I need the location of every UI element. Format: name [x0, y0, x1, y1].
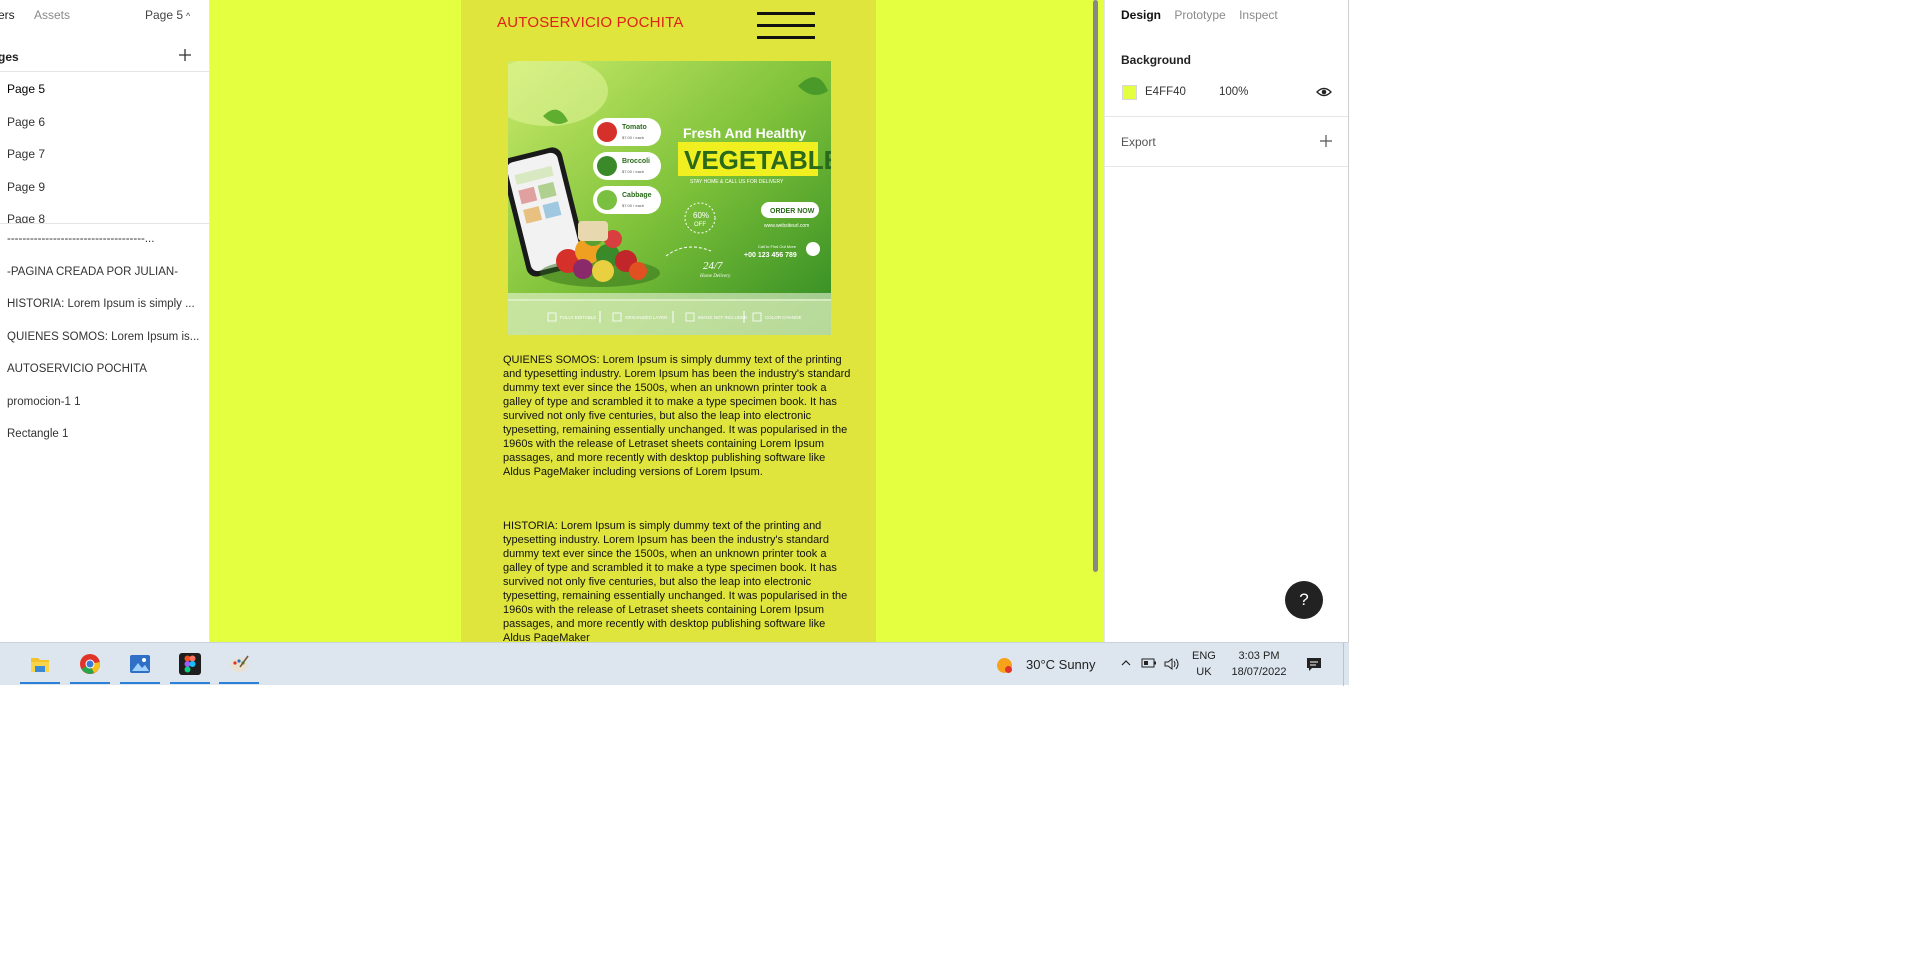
layer-item-credit[interactable]: -PAGINA CREADA POR JULIAN- [0, 259, 209, 292]
page-list: Page 5 Page 6 Page 7 Page 9 Page 8 [0, 76, 209, 224]
paint-icon[interactable] [219, 648, 259, 684]
photos-icon[interactable] [120, 648, 160, 684]
promo-title: VEGETABLE [684, 145, 831, 175]
svg-text:Call to Find Out More: Call to Find Out More [758, 244, 797, 249]
svg-text:FULLY EDITABLE: FULLY EDITABLE [560, 315, 596, 320]
page-item-page-9[interactable]: Page 9 [0, 174, 209, 207]
language-indicator[interactable]: ENG UK [1192, 648, 1216, 680]
chevron-up-icon[interactable] [1120, 657, 1132, 669]
product-list: Tomato $7.00 / each Broccoli $7.00 / eac… [593, 118, 661, 214]
tab-inspect[interactable]: Inspect [1239, 8, 1278, 22]
taskbar: 30°C Sunny ENG UK 3:03 PM 18/07/2022 [0, 642, 1349, 686]
layer-item-rectangle[interactable]: Rectangle 1 [0, 421, 209, 454]
hamburger-menu-icon[interactable] [757, 12, 815, 40]
background-section: Background E4FF40 100% [1105, 40, 1348, 117]
show-desktop-divider[interactable] [1343, 643, 1344, 686]
file-explorer-icon[interactable] [20, 648, 60, 684]
export-title: Export [1121, 135, 1156, 149]
eye-icon[interactable] [1316, 86, 1332, 98]
svg-text:www.websiteurl.com: www.websiteurl.com [764, 223, 809, 229]
tab-layers[interactable]: ers [0, 8, 15, 22]
promo-phone: +00 123 456 789 [744, 252, 797, 259]
tab-assets[interactable]: Assets [34, 8, 70, 22]
chrome-icon[interactable] [70, 648, 110, 684]
layers-panel: ers Assets Page 5^ ges Page 5 Page 6 Pag… [0, 0, 210, 642]
order-now-button: ORDER NOW [770, 208, 815, 215]
page-item-page-5[interactable]: Page 5 [0, 76, 209, 109]
page-item-page-7[interactable]: Page 7 [0, 141, 209, 174]
tab-prototype[interactable]: Prototype [1174, 8, 1225, 22]
background-opacity-input[interactable]: 100% [1219, 86, 1248, 98]
svg-text:$7.00 / each: $7.00 / each [622, 169, 644, 174]
volume-icon[interactable] [1163, 657, 1181, 671]
svg-text:$7.00 / each: $7.00 / each [622, 203, 644, 208]
background-hex-input[interactable]: E4FF40 [1145, 86, 1186, 98]
sun-icon[interactable] [996, 657, 1013, 674]
svg-text:OFF: OFF [694, 222, 706, 228]
clock-date: 18/07/2022 [1231, 666, 1287, 678]
site-title[interactable]: AUTOSERVICIO POCHITA [497, 14, 684, 31]
page-item-page-8[interactable]: Page 8 [0, 206, 209, 223]
properties-panel: Design Prototype Inspect Background E4FF… [1104, 0, 1349, 642]
svg-text:60%: 60% [693, 211, 709, 220]
page-frame[interactable]: AUTOSERVICIO POCHITA Tomato $7.00 / each… [461, 0, 876, 642]
left-panel-tabs: ers Assets Page 5^ [0, 0, 209, 30]
layer-item-quienes-somos[interactable]: QUIENES SOMOS: Lorem Ipsum is... [0, 324, 209, 357]
svg-text:Broccoli: Broccoli [622, 158, 650, 165]
svg-text:ORGANIZED LAYER: ORGANIZED LAYER [625, 315, 668, 320]
pages-header: ges [0, 40, 209, 72]
page-selector[interactable]: Page 5 ^ [145, 8, 190, 22]
properties-tabs: Design Prototype Inspect [1121, 8, 1288, 22]
svg-text:Home Delivery: Home Delivery [699, 274, 731, 279]
language-region: UK [1196, 666, 1212, 678]
clock[interactable]: 3:03 PM 18/07/2022 [1229, 648, 1289, 680]
svg-text:$7.00 / each: $7.00 / each [622, 135, 644, 140]
notification-icon[interactable] [1306, 656, 1322, 672]
quienes-somos-text[interactable]: QUIENES SOMOS: Lorem Ipsum is simply dum… [503, 353, 855, 479]
battery-icon[interactable] [1141, 657, 1157, 669]
language-code: ENG [1192, 650, 1216, 662]
layer-list: ------------------------------------... … [0, 226, 209, 454]
help-button[interactable]: ? [1285, 581, 1323, 619]
pages-title: ges [0, 50, 19, 64]
background-title: Background [1121, 53, 1192, 67]
promo-subtitle: STAY HOME & CALL US FOR DELIVERY [690, 179, 784, 185]
plus-icon[interactable] [1318, 133, 1334, 149]
layer-item-promo-image[interactable]: promocion-1 1 [0, 389, 209, 422]
svg-text:Cabbage: Cabbage [622, 192, 652, 199]
layer-item-divider[interactable]: ------------------------------------... [0, 226, 209, 259]
historia-text[interactable]: HISTORIA: Lorem Ipsum is simply dummy te… [503, 519, 855, 642]
svg-text:Tomato: Tomato [622, 124, 647, 131]
page-item-page-6[interactable]: Page 6 [0, 109, 209, 142]
export-section: Export [1105, 117, 1348, 167]
clock-time: 3:03 PM [1238, 650, 1280, 662]
design-canvas[interactable]: AUTOSERVICIO POCHITA Tomato $7.00 / each… [210, 0, 1104, 642]
canvas-scrollbar[interactable] [1093, 0, 1098, 572]
page-selector-label: Page 5 [145, 8, 184, 22]
chevron-up-icon: ^ [186, 11, 191, 21]
layer-item-site-title[interactable]: AUTOSERVICIO POCHITA [0, 356, 209, 389]
plus-icon[interactable] [176, 46, 194, 64]
tab-design[interactable]: Design [1121, 8, 1161, 22]
promo-headline: Fresh And Healthy [683, 125, 806, 141]
promo-image[interactable]: Tomato $7.00 / each Broccoli $7.00 / eac… [508, 61, 831, 335]
layer-item-historia[interactable]: HISTORIA: Lorem Ipsum is simply ... [0, 291, 209, 324]
weather-text[interactable]: 30°C Sunny [1026, 657, 1096, 672]
svg-text:24/7: 24/7 [703, 260, 723, 272]
figma-icon[interactable] [170, 648, 210, 684]
background-color-swatch[interactable] [1122, 85, 1137, 100]
svg-text:COLOR CHANGE: COLOR CHANGE [765, 315, 802, 320]
svg-text:IMAGE NOT INCLUDED: IMAGE NOT INCLUDED [698, 315, 748, 320]
phone-call-icon [806, 242, 820, 256]
